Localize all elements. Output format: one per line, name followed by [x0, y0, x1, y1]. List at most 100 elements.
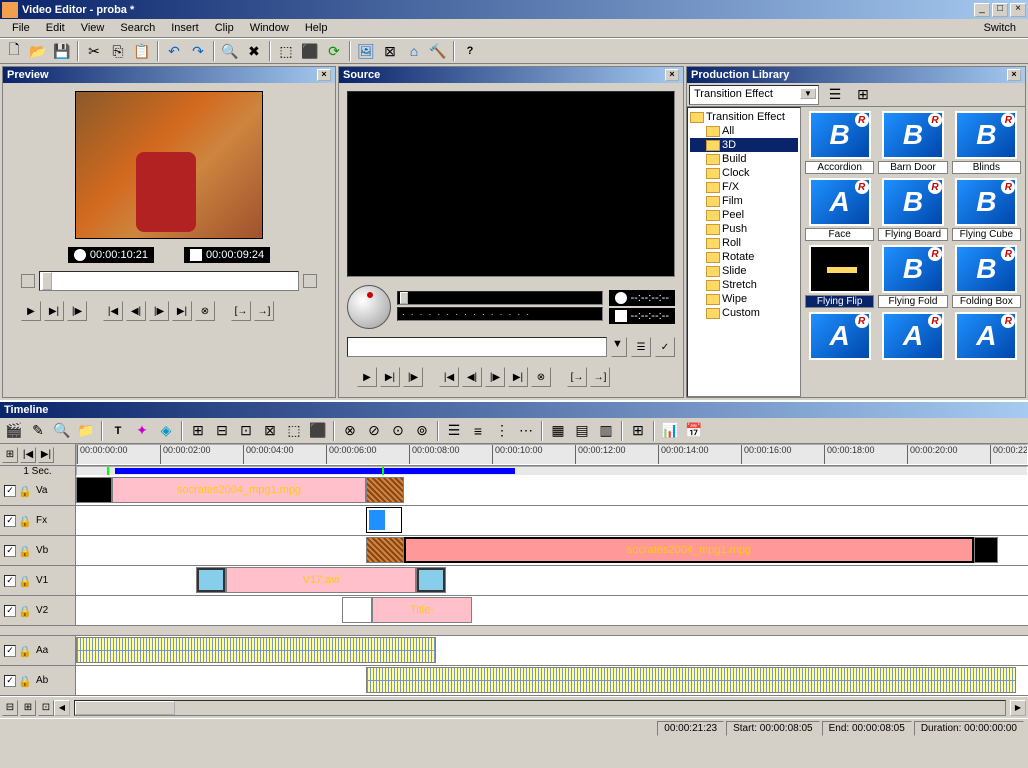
- tree-item-clock[interactable]: Clock: [690, 166, 798, 180]
- track-body-v2[interactable]: Title-: [76, 596, 1028, 625]
- tool-icon[interactable]: ⊞: [187, 420, 209, 442]
- library-tree[interactable]: Transition Effect All3DBuildClockF/XFilm…: [687, 107, 801, 397]
- image-icon[interactable]: 🖼: [355, 40, 377, 62]
- library-item[interactable]: BRBlinds: [952, 111, 1021, 174]
- tool-icon[interactable]: ⋯: [515, 420, 537, 442]
- track-body-aa[interactable]: [76, 636, 1028, 665]
- step-back-button[interactable]: ◀|: [126, 301, 146, 321]
- mark-out-button[interactable]: →]: [590, 367, 610, 387]
- marker-mid[interactable]: [382, 467, 384, 475]
- play-button[interactable]: ▶: [21, 301, 41, 321]
- tree-item-custom[interactable]: Custom: [690, 306, 798, 320]
- chart-icon[interactable]: 📊: [659, 420, 681, 442]
- step-fwd-button[interactable]: |▶: [149, 301, 169, 321]
- tool-icon[interactable]: ▤: [571, 420, 593, 442]
- tool-icon[interactable]: ▥: [595, 420, 617, 442]
- tool-icon[interactable]: ⊠: [259, 420, 281, 442]
- tree-item-roll[interactable]: Roll: [690, 236, 798, 250]
- tool-icon[interactable]: ⬛: [307, 420, 329, 442]
- source-dropdown-input[interactable]: [347, 337, 607, 357]
- tool-icon[interactable]: ⋮: [491, 420, 513, 442]
- mark-in-button[interactable]: [→: [567, 367, 587, 387]
- film-icon[interactable]: 🎬: [3, 420, 25, 442]
- track-body-va[interactable]: socrates2004_mpg1.mpg: [76, 476, 1028, 505]
- source-scrubber[interactable]: [397, 291, 603, 305]
- menu-view[interactable]: View: [73, 20, 113, 36]
- library-item[interactable]: BRFolding Box: [952, 245, 1021, 308]
- menu-clip[interactable]: Clip: [207, 20, 242, 36]
- tree-item-3d[interactable]: 3D: [690, 138, 798, 152]
- help-icon[interactable]: ?: [459, 40, 481, 62]
- open-icon[interactable]: 📂: [27, 40, 49, 62]
- source-track2[interactable]: · · · · · · · · · · · · · · ·: [397, 307, 603, 321]
- loop-button[interactable]: ⊗: [531, 367, 551, 387]
- binoculars-icon[interactable]: 🔍: [219, 40, 241, 62]
- prev-button[interactable]: |◀: [439, 367, 459, 387]
- track-enable-checkbox[interactable]: ✓: [4, 575, 16, 587]
- tree-item-build[interactable]: Build: [690, 152, 798, 166]
- track-enable-checkbox[interactable]: ✓: [4, 545, 16, 557]
- hammer-icon[interactable]: 🔨: [427, 40, 449, 62]
- menu-help[interactable]: Help: [297, 20, 336, 36]
- preview-range-bar[interactable]: [115, 468, 515, 474]
- cut-icon[interactable]: ✂: [83, 40, 105, 62]
- minimize-button[interactable]: _: [974, 3, 990, 17]
- lock-icon[interactable]: 🔒: [18, 515, 30, 527]
- clip-v2-title[interactable]: Title-: [372, 597, 472, 623]
- save-icon[interactable]: 💾: [51, 40, 73, 62]
- library-close-icon[interactable]: ×: [1007, 69, 1021, 81]
- tool-icon[interactable]: ≡: [467, 420, 489, 442]
- loop-button[interactable]: ⊗: [195, 301, 215, 321]
- zoom-btn[interactable]: ⊞: [20, 700, 36, 716]
- slider-start-icon[interactable]: [21, 274, 35, 288]
- maximize-button[interactable]: □: [992, 3, 1008, 17]
- tool-icon[interactable]: ✎: [27, 420, 49, 442]
- fx-icon[interactable]: ✦: [131, 420, 153, 442]
- clip-fx-transition[interactable]: [366, 507, 402, 533]
- tool-icon[interactable]: ▦: [547, 420, 569, 442]
- jog-dial[interactable]: [347, 285, 391, 329]
- preview-scrubber[interactable]: [39, 271, 299, 291]
- track-enable-checkbox[interactable]: ✓: [4, 605, 16, 617]
- tree-item-film[interactable]: Film: [690, 194, 798, 208]
- track-enable-checkbox[interactable]: ✓: [4, 515, 16, 527]
- track-body-v1[interactable]: V17.avi: [76, 566, 1028, 595]
- mark-in-button[interactable]: [→: [231, 301, 251, 321]
- slider-end-icon[interactable]: [303, 274, 317, 288]
- clip-audio-aa[interactable]: [76, 637, 436, 663]
- ruler-prev-button[interactable]: |◀: [20, 447, 36, 463]
- menu-insert[interactable]: Insert: [163, 20, 207, 36]
- clip-title-thumb[interactable]: [342, 597, 372, 623]
- copy-icon[interactable]: ⎘: [107, 40, 129, 62]
- step-back-button[interactable]: ◀|: [462, 367, 482, 387]
- tree-item-stretch[interactable]: Stretch: [690, 278, 798, 292]
- menu-file[interactable]: File: [4, 20, 38, 36]
- dropdown-button[interactable]: ▼: [611, 337, 627, 357]
- redo-icon[interactable]: ↷: [187, 40, 209, 62]
- library-item[interactable]: BRFlying Cube: [952, 178, 1021, 241]
- hscroll-thumb[interactable]: [75, 701, 175, 715]
- next-button[interactable]: ▶|: [508, 367, 528, 387]
- source-close-icon[interactable]: ×: [665, 69, 679, 81]
- tool-icon[interactable]: ⊙: [387, 420, 409, 442]
- play-out-button[interactable]: |▶: [403, 367, 423, 387]
- tree-item-push[interactable]: Push: [690, 222, 798, 236]
- clip-audio-ab[interactable]: [366, 667, 1016, 693]
- track-enable-checkbox[interactable]: ✓: [4, 485, 16, 497]
- menu-search[interactable]: Search: [112, 20, 163, 36]
- library-item[interactable]: AR: [805, 312, 874, 362]
- crossed-icon[interactable]: ⊠: [379, 40, 401, 62]
- menu-edit[interactable]: Edit: [38, 20, 73, 36]
- ruler-btn[interactable]: ⊞: [2, 447, 18, 463]
- scroll-right-button[interactable]: ▶: [1010, 700, 1026, 716]
- tool-icon[interactable]: ⊟: [211, 420, 233, 442]
- calendar-icon[interactable]: 📅: [683, 420, 705, 442]
- transition-icon[interactable]: ◈: [155, 420, 177, 442]
- lock-icon[interactable]: 🔒: [18, 645, 30, 657]
- library-item[interactable]: Flying Flip: [805, 245, 874, 308]
- tool-icon[interactable]: ⊗: [339, 420, 361, 442]
- tool-icon[interactable]: ⊞: [627, 420, 649, 442]
- clip-pattern[interactable]: [366, 537, 404, 563]
- tool-icon[interactable]: ☰: [443, 420, 465, 442]
- track-body-ab[interactable]: [76, 666, 1028, 695]
